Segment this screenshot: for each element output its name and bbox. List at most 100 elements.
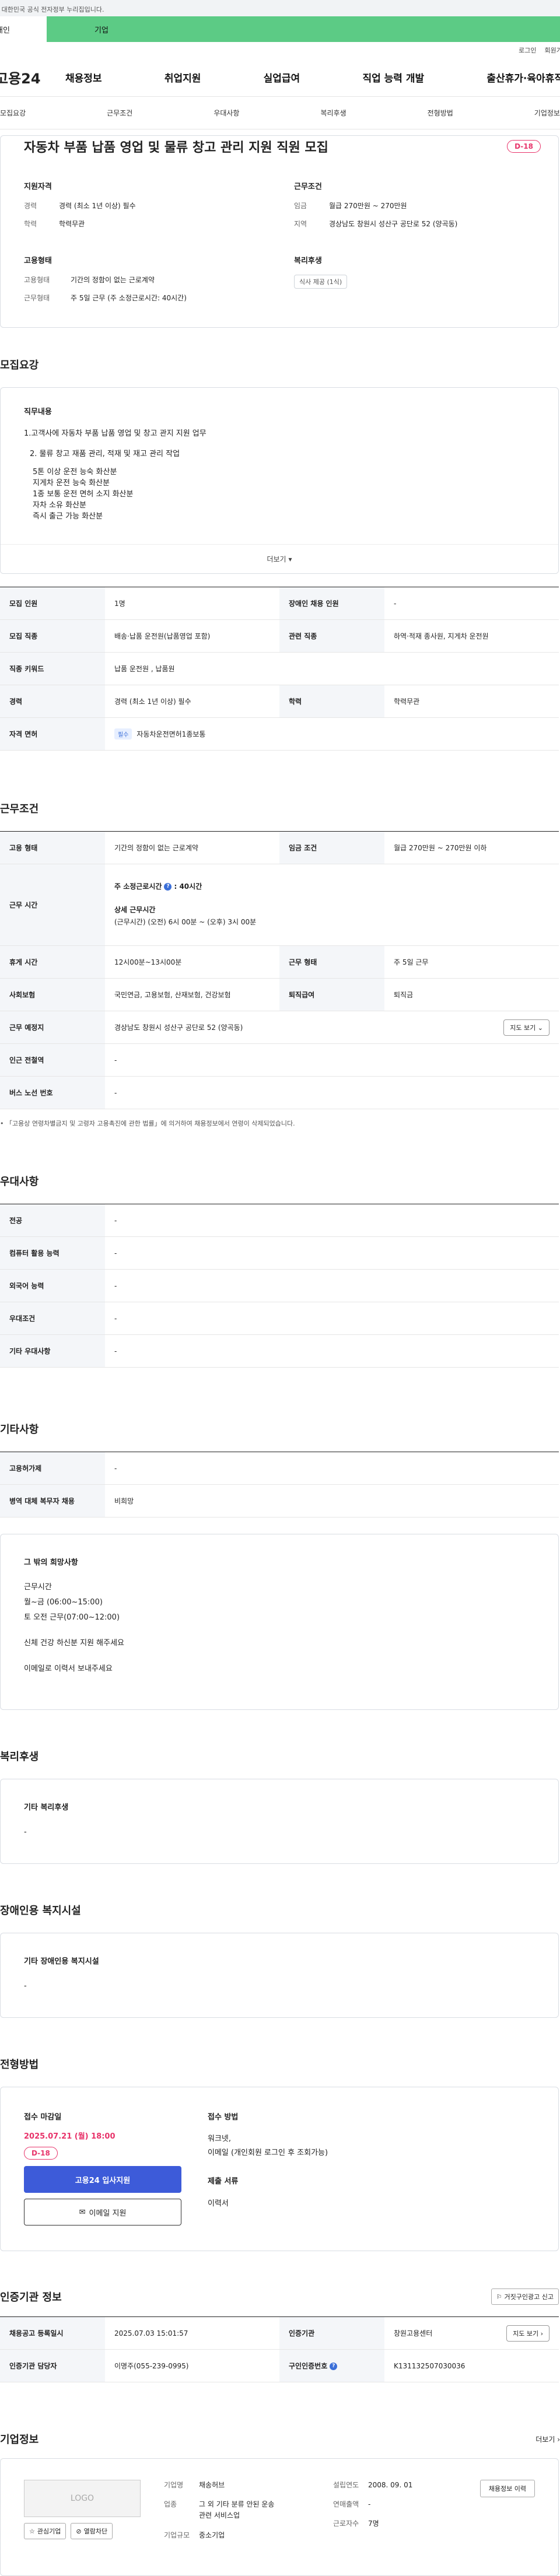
emp-type-value: 기간의 정함이 없는 근로계약: [71, 276, 155, 284]
pref-section-title: 우대사항: [0, 1176, 39, 1188]
cell-value: 2025.07.03 15:01:57: [105, 2316, 279, 2350]
report-button-label: 거짓구인광고 신고: [504, 2293, 554, 2301]
login-link[interactable]: 로그인: [519, 45, 536, 55]
qual-edu-label: 학력: [24, 220, 37, 228]
apply-dday-badge: D-18: [24, 2147, 58, 2160]
cert-map-button[interactable]: 지도 보기 ›: [506, 2325, 550, 2342]
nav-parental-leave[interactable]: 출산휴가·육아휴직: [487, 70, 560, 85]
company-section-title: 기업정보: [0, 2434, 39, 2446]
table-row: 근무 예정지 경상남도 창원시 성산구 공단로 52 (양곡동) 지도 보기 ⌄: [0, 1011, 559, 1044]
recruit-history-button[interactable]: 채용정보 이력: [480, 2480, 535, 2497]
company-industry-value: 그 외 기타 분류 안된 운송 관련 서비스업: [199, 2500, 275, 2520]
welfare-box-title: 기타 복리후생: [24, 1803, 69, 1812]
table-row: 병역 대체 복무자 채용 비희망: [0, 1484, 559, 1517]
emp-form-label: 근무형태: [24, 294, 50, 302]
etc-wish-line: 이메일로 이력서 보내주세요: [24, 1664, 113, 1673]
table-row: 고용허가제 -: [0, 1452, 559, 1485]
cond-title: 근무조건: [294, 183, 322, 191]
method-title: 접수 방법: [208, 2113, 239, 2122]
cell-label: 인증기관 담당자: [0, 2349, 105, 2382]
desc-more-button[interactable]: 더보기 ▾: [1, 544, 558, 573]
job-desc-line: 지게차 운전 능숙 화산분: [33, 479, 110, 488]
docs-value: 이력서: [208, 2199, 229, 2208]
anchor-pref[interactable]: 우대사항: [214, 108, 239, 118]
cell-label: 퇴직급여: [279, 978, 384, 1011]
anchor-selection[interactable]: 전형방법: [428, 108, 453, 118]
report-button[interactable]: ⚐ 거짓구인광고 신고: [491, 2288, 559, 2305]
etc-wish-line: 월~금 (06:00~15:00): [24, 1598, 103, 1607]
anchor-recruit[interactable]: 모집요강: [0, 108, 26, 118]
time-detail-title: 상세 근무시간: [114, 905, 156, 914]
cell-label: 고용허가제: [0, 1452, 105, 1485]
cell-label: 직종 키워드: [0, 652, 105, 685]
company-industry-label: 업종: [164, 2500, 177, 2509]
info-icon[interactable]: ?: [164, 883, 172, 891]
info-icon[interactable]: ?: [330, 2363, 338, 2370]
table-row: 모집 직종 배송·납품 운전원(납품영업 포함) 관련 직종 하역·적재 종사원…: [0, 619, 559, 653]
cell-label: 컴퓨터 활용 능력: [0, 1236, 105, 1270]
cond-wage-label: 임금: [294, 202, 307, 210]
email-apply-button[interactable]: ✉ 이메일 지원: [24, 2199, 181, 2225]
disabled-box-value: -: [24, 1982, 27, 1990]
job-desc-line: 2. 물류 창고 재품 관리, 적재 및 재고 관리 작업: [30, 449, 180, 458]
company-size-value: 중소기업: [199, 2531, 225, 2539]
cell-label: 기타 우대사항: [0, 1334, 105, 1368]
job-description-box: 직무내용 1.고객사에 자동차 부품 납품 영업 및 창고 관지 지원 업무 2…: [0, 387, 559, 574]
anchor-welfare[interactable]: 복리후생: [320, 108, 346, 118]
nav-jobs[interactable]: 채용정보: [65, 70, 102, 85]
etc-wish-box: 그 밖의 희망사항 근무시간 월~금 (06:00~15:00) 토 오전 근무…: [0, 1534, 559, 1710]
disabled-box-title: 기타 장애인용 복지시설: [24, 1957, 99, 1966]
chevron-right-icon: ›: [540, 2329, 543, 2337]
signup-link[interactable]: 회원가입: [545, 45, 560, 55]
table-row: 근무 시간 주 소정근로시간?: 40시간 상세 근무시간 (근무시간) (오전…: [0, 864, 559, 946]
anchor-company[interactable]: 기업정보: [534, 108, 560, 118]
main-nav: 고용24 채용정보 취업지원 실업급여 직업 능력 개발 출산휴가·육아휴직: [0, 58, 560, 97]
cell-value: 경력 (최소 1년 이상) 필수: [105, 685, 279, 718]
desc-more-label: 더보기: [267, 555, 286, 563]
cell-label: 외국어 능력: [0, 1269, 105, 1302]
utility-menu: 로그인 회원가입: [0, 42, 560, 58]
company-size-label: 기업규모: [164, 2531, 190, 2539]
tab-business[interactable]: 기업: [47, 16, 560, 42]
company-more-link[interactable]: 더보기 ›: [536, 2434, 560, 2444]
cell-label: 근무 형태: [279, 945, 384, 979]
time-detail-value: (근무시간) (오전) 6시 00분 ~ (오후) 3시 00분: [114, 918, 257, 927]
company-est-label: 설립연도: [333, 2481, 359, 2489]
site-logo[interactable]: 고용24: [0, 67, 65, 87]
cell-label: 인근 전철역: [0, 1043, 105, 1077]
user-tabs: 개인 기업: [0, 16, 560, 42]
nav-employment-support[interactable]: 취업지원: [164, 70, 201, 85]
place-value: 경상남도 창원시 성산구 공단로 52 (양곡동): [114, 1024, 243, 1032]
job-desc-line: 1.고객사에 자동차 부품 납품 영업 및 창고 관지 지원 업무: [24, 429, 206, 438]
recruit-table: 모집 인원 1명 장애인 채용 인원 - 모집 직종 배송·납품 운전원(납품영…: [0, 587, 559, 751]
etc-wish-line: 신체 건강 하신분 지원 해주세요: [24, 1639, 125, 1648]
map-button[interactable]: 지도 보기 ⌄: [503, 1019, 550, 1036]
favorite-company-button[interactable]: ☆ 관심기업: [24, 2523, 66, 2539]
company-emp-label: 근로자수: [333, 2519, 359, 2528]
welfare-box-value: -: [24, 1828, 27, 1837]
nav-unemployment-benefit[interactable]: 실업급여: [264, 70, 300, 85]
cell-label: 근무 시간: [0, 864, 105, 946]
tab-personal[interactable]: 개인: [0, 16, 47, 42]
weekly-hours-label: 주 소정근로시간: [114, 882, 162, 891]
table-row: 직종 키워드 납품 운전원 , 납품원: [0, 652, 559, 685]
company-logo: LOGO: [24, 2480, 141, 2517]
table-row: 채용공고 등록일시 2025.07.03 15:01:57 인증기관 창원고용센…: [0, 2316, 559, 2350]
cell-value: -: [105, 1452, 559, 1485]
apply-button[interactable]: 고용24 입사지원: [24, 2166, 181, 2193]
job-desc-line: 자차 소유 화산분: [33, 500, 86, 510]
etc-wish-line: [24, 1625, 535, 1636]
company-emp-value: 7명: [368, 2519, 379, 2528]
cell-value: -: [105, 1334, 559, 1368]
block-view-button[interactable]: ⊘ 열람차단: [71, 2523, 113, 2539]
license-cell: 필수 자동차운전면허1종보통: [105, 717, 559, 751]
favorite-label: 관심기업: [37, 2528, 61, 2535]
cell-value: -: [105, 1043, 559, 1077]
dday-badge: D-18: [507, 140, 541, 153]
apply-card: 접수 마감일 2025.07.21 (월) 18:00 D-18 고용24 입사…: [0, 2087, 559, 2251]
chevron-down-icon: ⌄: [537, 1024, 543, 1032]
anchor-work[interactable]: 근무조건: [107, 108, 132, 118]
cell-value: 기간의 정함이 없는 근로계약: [105, 831, 279, 864]
nav-training[interactable]: 직업 능력 개발: [362, 70, 424, 85]
cell-label: 버스 노선 번호: [0, 1076, 105, 1109]
